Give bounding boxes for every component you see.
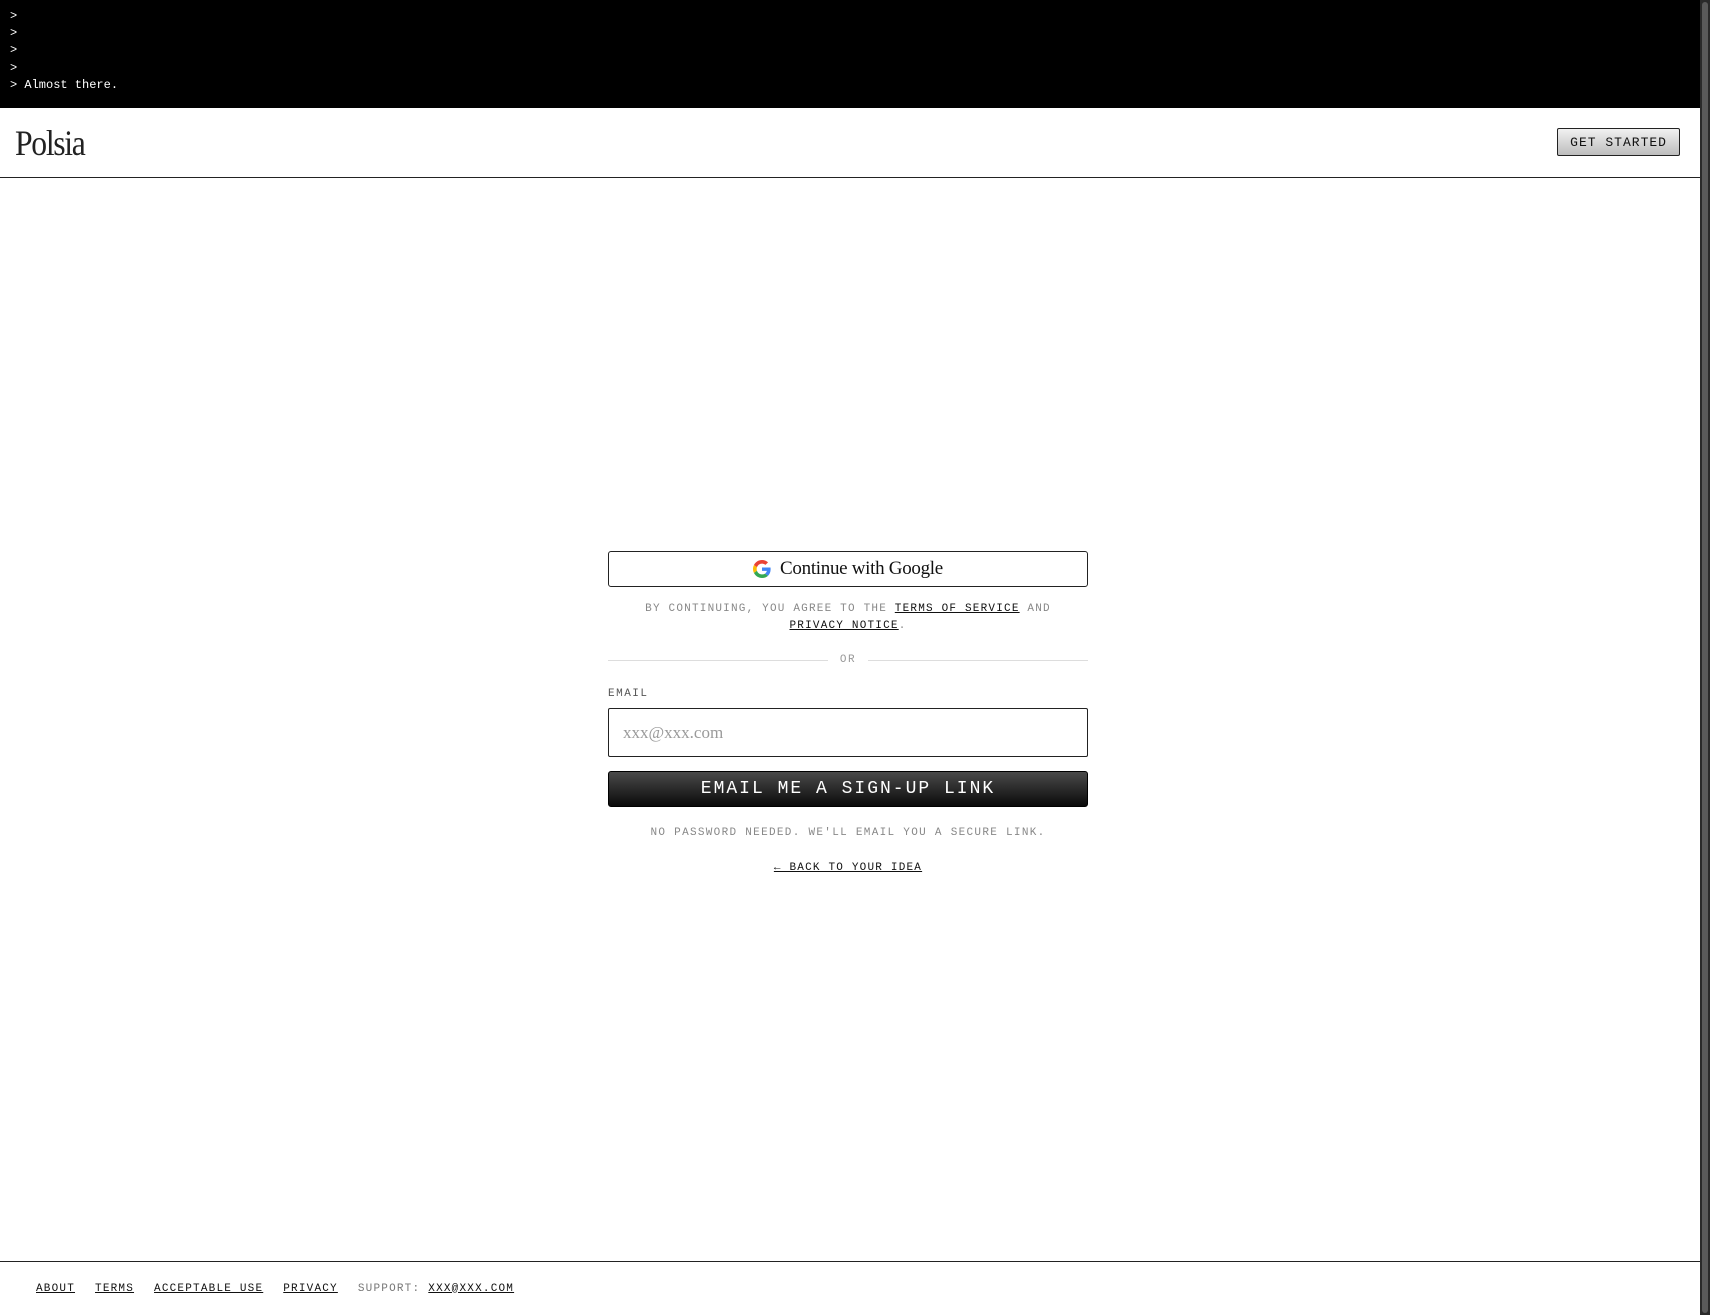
page: > > > > > Almost there. Polsia GET START… — [0, 0, 1700, 1315]
consent-suffix: . — [898, 620, 907, 632]
terminal-line: > Almost there. — [10, 77, 119, 92]
site-footer: ABOUT TERMS ACCEPTABLE USE PRIVACY SUPPO… — [0, 1261, 1700, 1315]
back-to-idea-link[interactable]: ← BACK TO YOUR IDEA — [774, 862, 922, 874]
privacy-notice-link[interactable]: PRIVACY NOTICE — [789, 620, 898, 632]
consent-and: AND — [1019, 603, 1051, 615]
terms-of-service-link[interactable]: TERMS OF SERVICE — [895, 603, 1020, 615]
back-link-wrapper: ← BACK TO YOUR IDEA — [608, 862, 1088, 874]
consent-prefix: BY CONTINUING, YOU AGREE TO THE — [645, 603, 895, 615]
divider-label: OR — [839, 654, 857, 666]
google-button-label: Continue with Google — [780, 558, 943, 579]
email-signup-link-button[interactable]: EMAIL ME A SIGN-UP LINK — [608, 771, 1088, 807]
divider-line-left — [608, 659, 828, 661]
google-g-icon — [753, 560, 771, 578]
terminal-line: > — [10, 60, 18, 75]
support-email-link[interactable]: XXX@XXX.COM — [428, 1283, 514, 1295]
helper-text: NO PASSWORD NEEDED. WE'LL EMAIL YOU A SE… — [650, 827, 1046, 839]
get-started-button[interactable]: GET STARTED — [1557, 128, 1680, 156]
logo[interactable]: Polsia — [15, 122, 86, 164]
or-divider: OR — [608, 654, 1089, 666]
terminal-line: > — [10, 43, 18, 58]
support-label: SUPPORT: — [357, 1282, 421, 1295]
divider-line-right — [868, 659, 1089, 661]
email-input[interactable] — [608, 708, 1088, 757]
scrollbar[interactable] — [1700, 0, 1710, 1315]
footer-link-privacy[interactable]: PRIVACY — [283, 1283, 338, 1295]
footer-link-about[interactable]: ABOUT — [36, 1283, 75, 1295]
terminal-line: > — [10, 9, 18, 23]
footer-link-acceptable-use[interactable]: ACCEPTABLE USE — [154, 1283, 263, 1295]
footer-link-terms[interactable]: TERMS — [95, 1283, 134, 1295]
continue-with-google-button[interactable]: Continue with Google — [608, 551, 1088, 587]
terminal-line: > — [10, 26, 18, 41]
scrollbar-thumb[interactable] — [1702, 2, 1708, 1313]
signup-form: Continue with Google BY CONTINUING, YOU … — [608, 551, 1089, 874]
site-header: Polsia GET STARTED — [0, 108, 1700, 178]
terminal-banner: > > > > > Almost there. — [0, 0, 1700, 108]
email-label: EMAIL — [608, 688, 649, 700]
consent-text: BY CONTINUING, YOU AGREE TO THE TERMS OF… — [608, 601, 1088, 635]
